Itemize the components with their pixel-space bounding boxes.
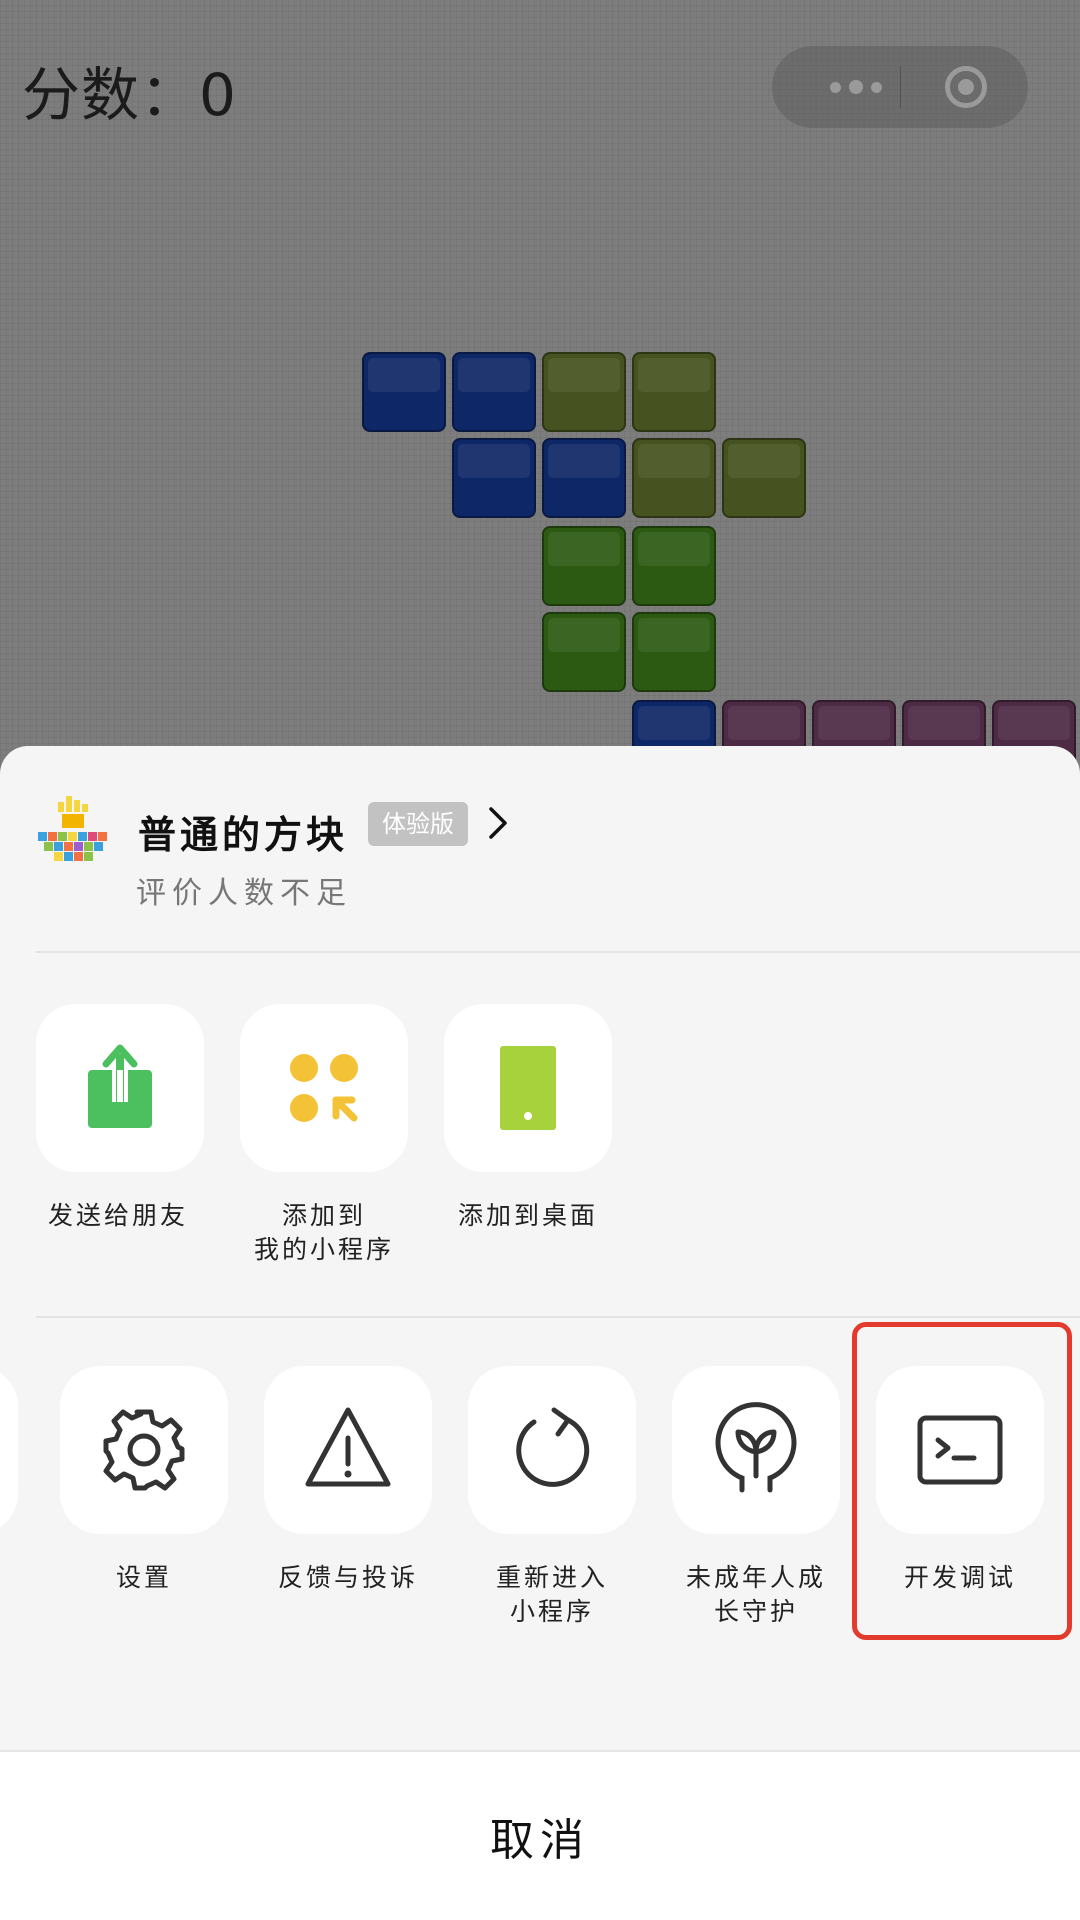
divider (36, 1316, 1080, 1318)
miniprogram-capsule (772, 46, 1028, 128)
add-to-my-miniprogram-label: 添加到 我的小程序 (253, 1201, 394, 1264)
cancel-label: 取消 (490, 1815, 590, 1866)
capsule-divider (900, 66, 901, 108)
highlight-box (852, 1322, 1072, 1640)
partial-tile[interactable] (0, 1366, 18, 1534)
settings-label: 设置 (115, 1563, 172, 1592)
send-to-friend-label: 发送给朋友 (47, 1201, 188, 1230)
game-block (542, 352, 626, 432)
app-logo-icon (38, 796, 107, 861)
refresh-icon (516, 1407, 590, 1487)
trial-version-badge: 体验版 (368, 802, 468, 846)
reenter-miniprogram-button[interactable] (468, 1366, 636, 1534)
minor-protection-button[interactable] (672, 1366, 840, 1534)
more-menu-icon[interactable] (812, 64, 900, 110)
gear-icon (103, 1409, 185, 1491)
game-block (632, 526, 716, 606)
rating-text: 评价人数不足 (136, 876, 352, 911)
game-canvas: 分数：0 (0, 0, 1080, 780)
warning-icon (305, 1407, 391, 1487)
game-block (722, 438, 806, 518)
feedback-label: 反馈与投诉 (277, 1563, 418, 1592)
share-icon (88, 1044, 152, 1128)
add-to-desktop-label: 添加到桌面 (457, 1201, 598, 1230)
chevron-right-icon[interactable] (488, 806, 508, 840)
game-block (542, 612, 626, 692)
add-to-desktop-button[interactable] (444, 1004, 612, 1172)
game-block (632, 438, 716, 518)
add-to-desktop-icon (500, 1046, 556, 1130)
feedback-button[interactable] (264, 1366, 432, 1534)
settings-button[interactable] (60, 1366, 228, 1534)
minor-protection-label: 未成年人成 长守护 (685, 1563, 826, 1626)
game-block (362, 352, 446, 432)
app-name[interactable]: 普通的方块 (138, 804, 348, 859)
add-to-my-miniprogram-button[interactable] (240, 1004, 408, 1172)
score-label: 分数：0 (22, 61, 237, 129)
divider (36, 951, 1080, 953)
send-to-friend-button[interactable] (36, 1004, 204, 1172)
add-to-my-miniprogram-icon (290, 1054, 358, 1122)
game-block (542, 526, 626, 606)
game-block (542, 438, 626, 518)
sprout-icon (715, 1402, 797, 1493)
cancel-button[interactable]: 取消 (0, 1750, 1080, 1920)
game-block (632, 612, 716, 692)
game-block (632, 352, 716, 432)
reenter-miniprogram-label: 重新进入 小程序 (495, 1563, 608, 1626)
game-block (452, 352, 536, 432)
game-block (452, 438, 536, 518)
close-miniprogram-icon[interactable] (945, 66, 987, 108)
